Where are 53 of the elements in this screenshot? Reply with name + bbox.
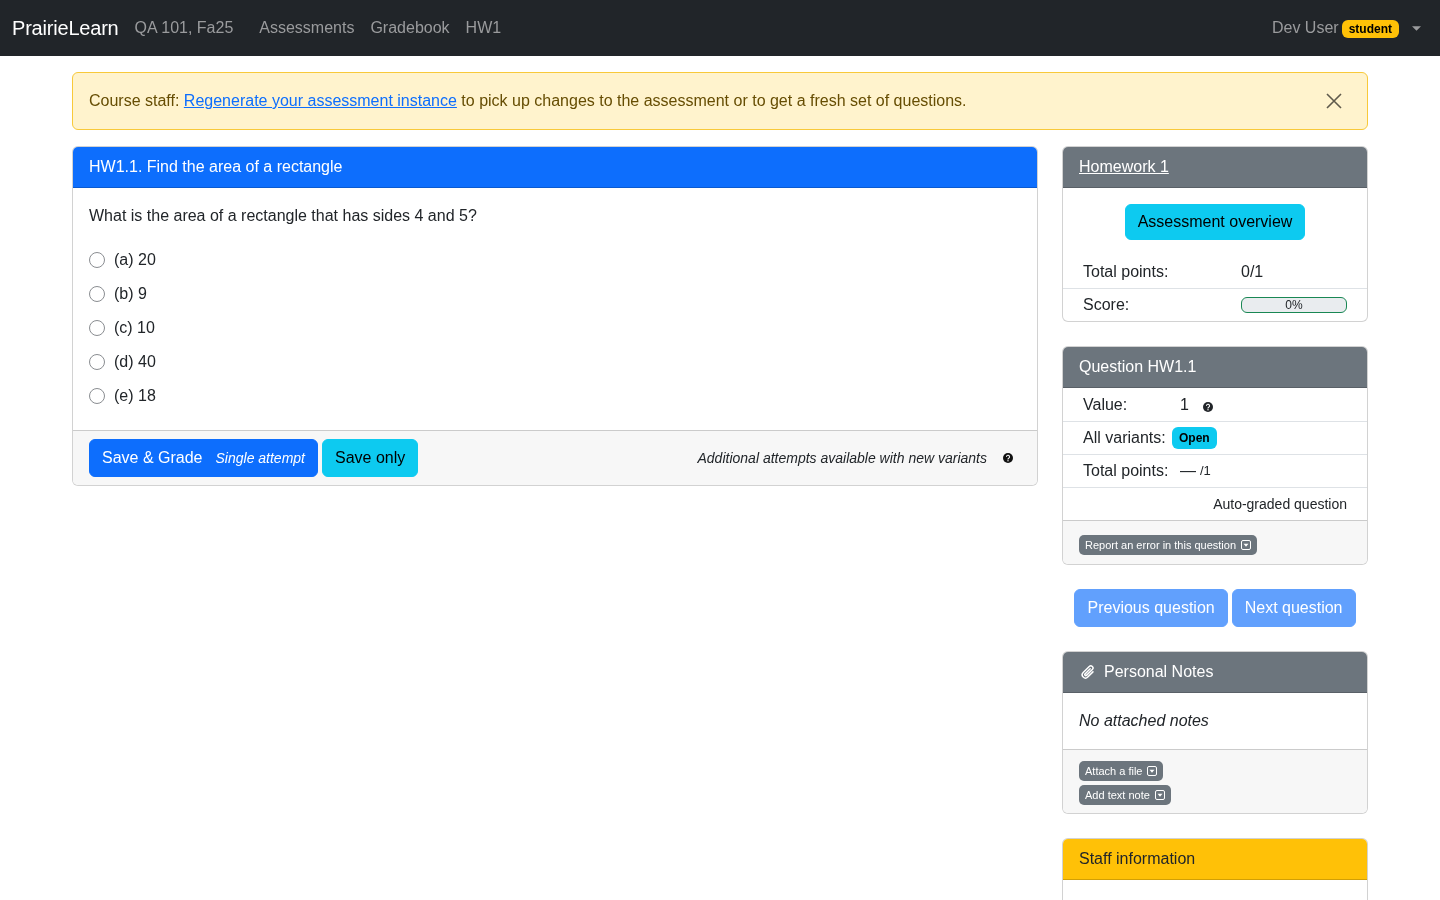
- value-text: —: [1180, 461, 1196, 481]
- close-icon[interactable]: [1326, 93, 1342, 109]
- empty-notes-text: No attached notes: [1079, 711, 1210, 731]
- grading-note: Auto-graded question: [1213, 495, 1347, 514]
- row-label: All variants:: [1082, 428, 1167, 448]
- radio-button[interactable]: [89, 252, 105, 268]
- caret-down-square-icon: [1241, 540, 1252, 550]
- card-header: Staff information: [1063, 839, 1367, 880]
- radio-button[interactable]: [89, 354, 105, 370]
- caret-down-square-icon: [1147, 766, 1158, 776]
- question-prompt: What is the area of a rectangle that has sides 4 and 5?: [89, 206, 478, 226]
- caret-down-square-icon: [1154, 790, 1165, 800]
- status-badge: Open: [1172, 427, 1217, 449]
- option-text: (c) 10: [114, 318, 155, 338]
- notes-action-button[interactable]: Add text note: [1079, 785, 1171, 805]
- regenerate-link[interactable]: Regenerate your assessment instance: [183, 92, 457, 109]
- max-points-text: /1: [1200, 462, 1211, 480]
- nav-link[interactable]: HW1: [457, 16, 510, 40]
- card-header: Question HW1.1: [1063, 347, 1367, 388]
- paperclip-icon: [1080, 663, 1097, 681]
- course-link[interactable]: QA 101, Fa25: [134, 16, 234, 40]
- progress-label: 0%: [1284, 298, 1304, 312]
- alert-message: Course staff: Regenerate your assessment instance to pick up changes to the assessment or to get a fresh set of questions.: [89, 91, 968, 111]
- value-text: 1: [1180, 395, 1189, 415]
- report-error-button[interactable]: Report an error in this question: [1079, 535, 1258, 555]
- option-text: (e) 18: [114, 386, 156, 406]
- assessment-link[interactable]: Homework 1: [1079, 158, 1169, 175]
- nav-link[interactable]: Assessments: [251, 16, 363, 40]
- option-text: (b) 9: [114, 284, 147, 304]
- option-text: (a) 20: [114, 250, 156, 270]
- radio-button[interactable]: [89, 320, 105, 336]
- option-text: (d) 40: [114, 352, 156, 372]
- card-title: Personal Notes: [1104, 662, 1214, 682]
- attempts-note: Additional attempts available with new variants: [697, 449, 987, 468]
- card-header: HW1.1. Find the area of a rectangle: [73, 147, 1037, 188]
- nav-link[interactable]: Gradebook: [362, 16, 458, 40]
- row-label: Total points:: [1082, 262, 1170, 282]
- help-icon[interactable]: [1003, 453, 1013, 463]
- brand-link[interactable]: PrairieLearn: [12, 16, 119, 40]
- save-only-button[interactable]: Save only: [322, 439, 419, 477]
- notes-action-button[interactable]: Attach a file: [1079, 761, 1164, 781]
- points-value: 0/1: [1241, 262, 1264, 282]
- radio-button[interactable]: [89, 388, 105, 404]
- caret-down-icon[interactable]: [1412, 25, 1421, 31]
- save-grade-button[interactable]: Save & Grade Single attempt: [89, 439, 318, 477]
- assessment-overview-button[interactable]: Assessment overview: [1124, 204, 1306, 240]
- row-label: Score:: [1082, 295, 1131, 315]
- user-menu-link[interactable]: Dev User: [1271, 16, 1339, 40]
- row-label: Total points:: [1082, 461, 1170, 481]
- row-label: Value:: [1082, 395, 1129, 415]
- role-badge: student: [1341, 20, 1399, 38]
- radio-button[interactable]: [89, 286, 105, 302]
- help-icon[interactable]: [1202, 401, 1213, 412]
